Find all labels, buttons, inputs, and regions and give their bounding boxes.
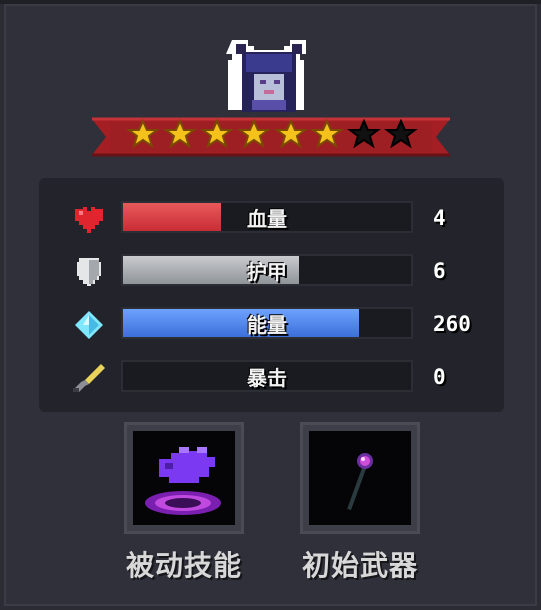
star-filled-icon [273, 119, 308, 149]
star-filled-icon [236, 119, 271, 149]
star-rating [126, 118, 418, 154]
stat-row-crit: 暴击 0 [39, 357, 504, 397]
starting-weapon-label: 初始武器 [301, 549, 418, 582]
energy-value: 260 [433, 312, 471, 336]
starting-weapon-slot[interactable] [300, 422, 420, 534]
passive-skill-frame [133, 431, 235, 525]
heart-icon [75, 207, 103, 233]
diamond-icon [75, 311, 103, 339]
purple-hand-icon [145, 447, 221, 515]
stat-row-armor: 护甲 6 [39, 251, 504, 291]
passive-skill-slot[interactable] [124, 422, 244, 534]
star-filled-icon [162, 119, 197, 149]
armor-bar: 护甲 [121, 254, 413, 286]
star-filled-icon [199, 119, 234, 149]
star-filled-icon [126, 119, 160, 149]
crit-value: 0 [433, 365, 446, 389]
energy-label: 能量 [247, 312, 287, 337]
dagger-icon [73, 364, 105, 392]
shield-icon [77, 258, 101, 286]
passive-skill-label: 被动技能 [125, 549, 242, 582]
crit-bar: 暴击 [121, 360, 413, 392]
staff-icon [347, 453, 373, 511]
star-empty-icon [347, 119, 382, 149]
armor-value: 6 [433, 259, 446, 283]
star-filled-icon [310, 119, 345, 149]
energy-bar: 能量 [121, 307, 413, 339]
stat-row-energy: 能量 260 [39, 304, 504, 344]
health-value: 4 [433, 206, 446, 230]
starting-weapon-frame [309, 431, 411, 525]
star-empty-icon [384, 119, 418, 149]
health-bar: 血量 [121, 201, 413, 233]
stats-panel: 血量 4 护甲 6 能量 260 暴击 0 [39, 178, 504, 412]
demon-girl-portrait-icon [226, 40, 306, 112]
stat-row-health: 血量 4 [39, 198, 504, 238]
armor-label: 护甲 [247, 259, 287, 284]
health-label: 血量 [247, 206, 287, 231]
crit-label: 暴击 [247, 365, 287, 390]
